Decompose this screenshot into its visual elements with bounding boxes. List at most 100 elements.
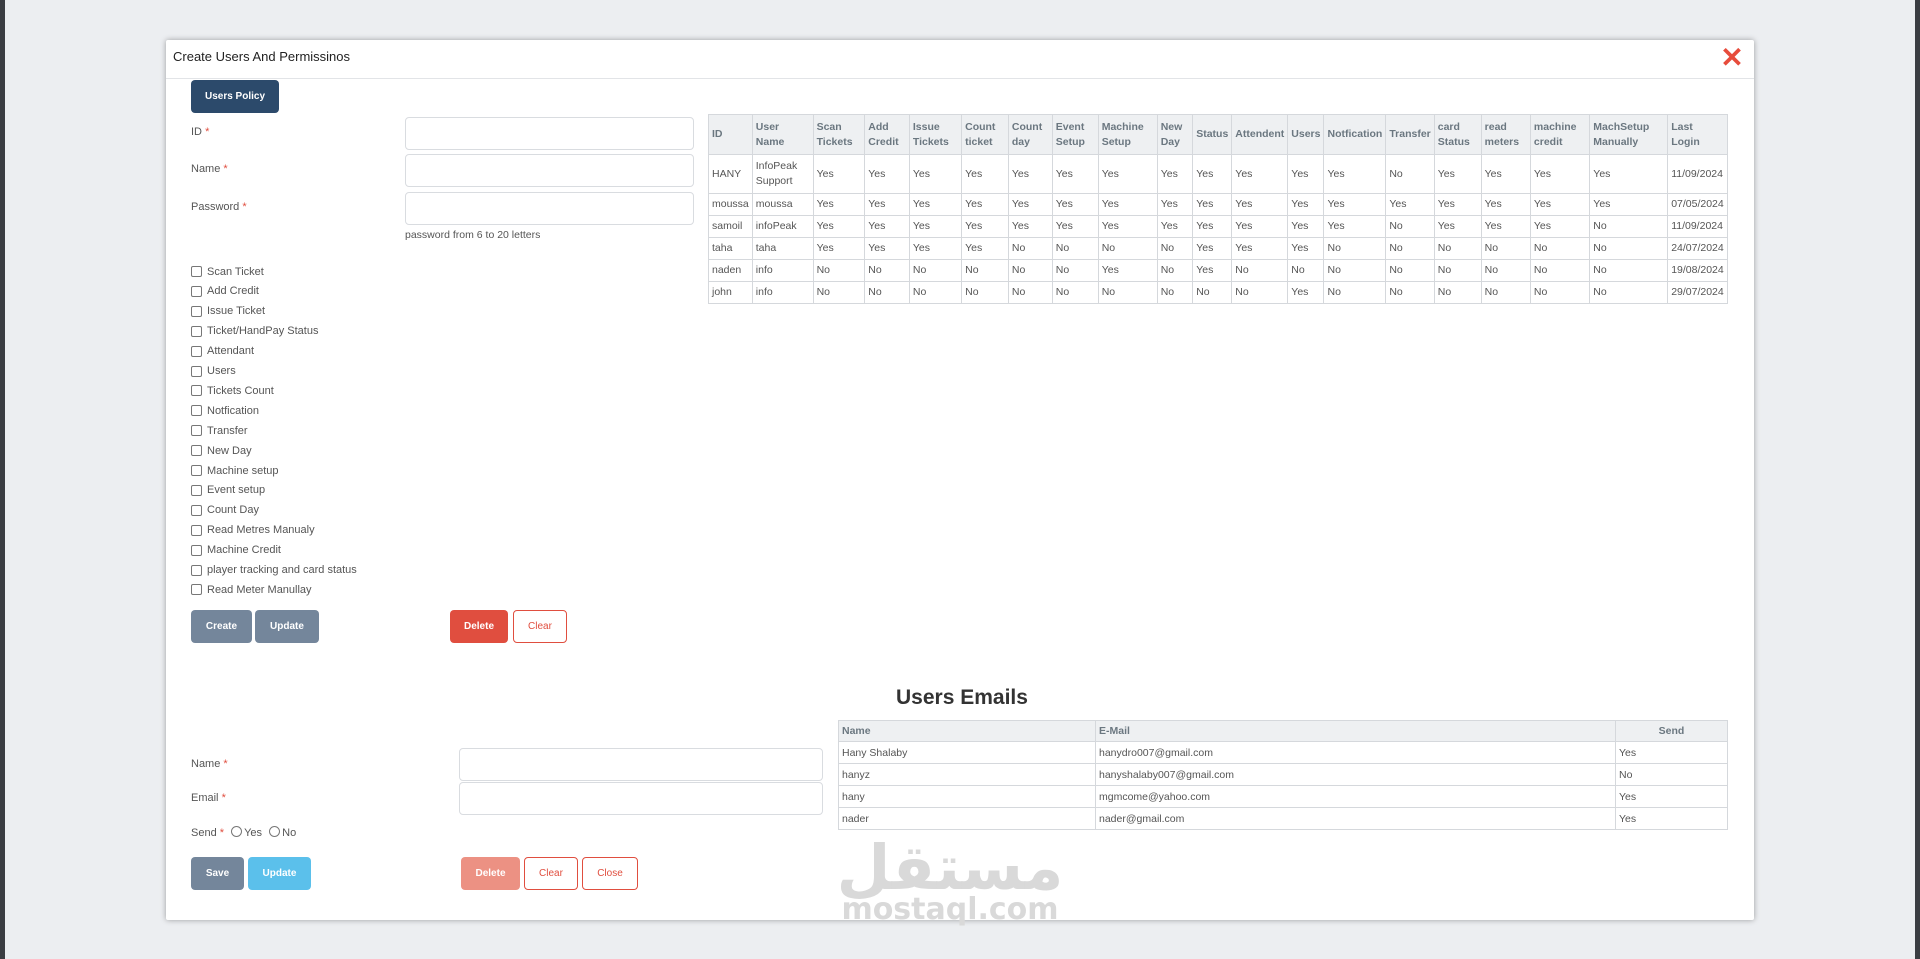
- table-cell: No: [1007, 259, 1053, 282]
- table-cell: No: [1589, 259, 1669, 282]
- permission-checkbox[interactable]: [191, 524, 202, 536]
- table-cell: Yes: [961, 154, 1009, 194]
- permission-checkbox[interactable]: [191, 544, 202, 556]
- permission-item: Read Meter Manullay: [191, 582, 312, 597]
- table-cell: Yes: [1433, 215, 1482, 238]
- permission-checkbox[interactable]: [191, 484, 202, 496]
- table-row[interactable]: samoil infoPeak Yes Yes Yes Yes Yes Yes Yes Yes Ye…: [708, 215, 1728, 238]
- column-header: card Status: [1433, 114, 1482, 155]
- table-cell: Yes: [1287, 193, 1325, 216]
- permission-item: Tickets Count: [191, 383, 274, 398]
- name-input[interactable]: [405, 154, 694, 187]
- table-cell: No: [908, 281, 963, 304]
- table-cell: No: [1007, 237, 1053, 260]
- table-cell: No: [1287, 259, 1325, 282]
- permission-item: Issue Ticket: [191, 304, 265, 319]
- column-header: machine credit: [1529, 114, 1591, 155]
- permission-label: Ticket/HandPay Status: [207, 325, 319, 338]
- table-cell: Yes: [961, 193, 1009, 216]
- email-table-row[interactable]: nader nader@gmail.com Yes: [838, 807, 1728, 830]
- table-cell: InfoPeak Support: [751, 154, 814, 194]
- clear-button[interactable]: Clear: [513, 610, 567, 643]
- table-row[interactable]: naden info No No No No No No Yes No Yes No No No No No N…: [708, 259, 1728, 282]
- table-cell: Yes: [1287, 237, 1325, 260]
- table-cell: Yes: [812, 193, 866, 216]
- table-cell: Yes: [1480, 193, 1531, 216]
- table-cell: Yes: [812, 237, 866, 260]
- table-cell: No: [1589, 215, 1669, 238]
- delete-button[interactable]: Delete: [450, 610, 508, 643]
- table-cell: Yes: [1480, 154, 1531, 194]
- email-update-button[interactable]: Update: [248, 857, 311, 890]
- password-input[interactable]: [405, 192, 694, 225]
- column-header: User Name: [751, 114, 814, 155]
- permission-checkbox[interactable]: [191, 564, 202, 576]
- permission-checkbox[interactable]: [191, 365, 202, 377]
- email-name-input[interactable]: [459, 748, 823, 781]
- table-cell: No: [1156, 237, 1194, 260]
- table-cell: Yes: [1433, 193, 1482, 216]
- permission-checkbox[interactable]: [191, 425, 202, 437]
- permission-label: Scan Ticket: [207, 265, 264, 278]
- table-cell: info: [751, 281, 814, 304]
- permission-checkbox[interactable]: [191, 305, 202, 317]
- required-mark: *: [205, 126, 210, 138]
- table-cell: No: [1433, 281, 1482, 304]
- permission-checkbox[interactable]: [191, 584, 202, 596]
- permission-item: Ticket/HandPay Status: [191, 324, 318, 339]
- email-input[interactable]: [459, 782, 823, 815]
- column-header: New Day: [1156, 114, 1194, 155]
- email-table-body: Hany Shalaby hanydro007@gmail.com Yes hanyz…: [838, 741, 1728, 830]
- table-row[interactable]: taha taha Yes Yes Yes Yes No No No No Yes Yes Yes No N…: [708, 237, 1728, 260]
- permission-checkbox[interactable]: [191, 285, 202, 297]
- modal-title: Create Users And Permissinos: [173, 49, 351, 64]
- column-header: read meters: [1480, 114, 1531, 155]
- email-delete-button[interactable]: Delete: [461, 857, 520, 890]
- permission-label: Attendant: [207, 345, 255, 358]
- create-button[interactable]: Create: [191, 610, 252, 643]
- table-row[interactable]: HANY InfoPeak Support Yes Yes Yes Yes Yes Yes Ye…: [708, 154, 1728, 194]
- email-close-button[interactable]: Close: [582, 857, 638, 890]
- permission-checkbox[interactable]: [191, 405, 202, 417]
- table-row[interactable]: john info No No No No No No No No No No Yes No No No No N…: [708, 281, 1728, 304]
- email-table-row[interactable]: hanyz hanyshalaby007@gmail.com No: [838, 763, 1728, 786]
- permission-checkbox[interactable]: [191, 266, 202, 277]
- table-cell: Yes: [1231, 193, 1289, 216]
- column-header: MachSetup Manually: [1589, 114, 1669, 155]
- required-mark: *: [242, 201, 247, 213]
- close-icon[interactable]: ✕: [1718, 43, 1746, 73]
- table-cell: moussa: [708, 193, 753, 216]
- send-no-radio[interactable]: [269, 826, 281, 837]
- email-table-row[interactable]: Hany Shalaby hanydro007@gmail.com Yes: [838, 741, 1728, 764]
- email-clear-button[interactable]: Clear: [524, 857, 578, 890]
- column-header: Add Credit: [864, 114, 910, 155]
- update-button[interactable]: Update: [255, 610, 319, 643]
- table-cell: No: [1385, 237, 1435, 260]
- users-policy-tab[interactable]: Users Policy: [191, 80, 279, 113]
- table-cell: No: [864, 259, 910, 282]
- email-table-cell: Yes: [1615, 741, 1728, 764]
- permission-checkbox[interactable]: [191, 445, 202, 457]
- email-table-cell: hany: [838, 785, 1096, 808]
- table-cell: No: [1385, 281, 1435, 304]
- permission-checkbox[interactable]: [191, 345, 202, 357]
- permission-checkbox[interactable]: [191, 325, 202, 337]
- permission-checkbox[interactable]: [191, 385, 202, 397]
- table-row[interactable]: moussa moussa Yes Yes Yes Yes Yes Yes Yes Yes Yes Y…: [708, 193, 1728, 216]
- send-yes-radio[interactable]: [231, 826, 243, 837]
- table-cell: Yes: [1385, 193, 1435, 216]
- email-table-cell: hanyz: [838, 763, 1096, 786]
- table-cell: Yes: [1192, 193, 1233, 216]
- permission-label: Event setup: [207, 484, 266, 497]
- email-table-row[interactable]: hany mgmcome@yahoo.com Yes: [838, 785, 1728, 808]
- permission-label: Users: [207, 365, 236, 377]
- save-button[interactable]: Save: [191, 857, 244, 890]
- permission-label: player tracking and card status: [207, 564, 357, 576]
- permission-checkbox[interactable]: [191, 465, 202, 476]
- id-input[interactable]: [405, 117, 694, 150]
- permission-label: Tickets Count: [207, 384, 274, 397]
- table-cell: Yes: [1529, 215, 1591, 238]
- table-cell: No: [1323, 237, 1387, 260]
- permission-checkbox[interactable]: [191, 504, 202, 516]
- email-table-cell: Hany Shalaby: [838, 741, 1096, 764]
